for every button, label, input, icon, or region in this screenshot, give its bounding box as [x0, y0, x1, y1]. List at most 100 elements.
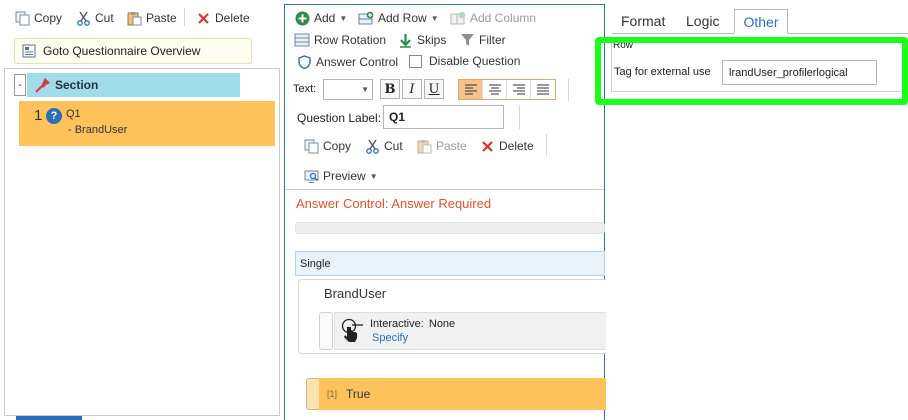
disable-question-label: Disable Question [429, 54, 521, 68]
answer-handle[interactable] [306, 378, 320, 410]
left-paste-button[interactable]: Paste [126, 10, 177, 26]
mid-delete-button[interactable]: Delete [479, 138, 534, 154]
filter-button[interactable]: Filter [459, 32, 506, 48]
answer-text: True [346, 387, 371, 401]
toolbar-divider [546, 134, 547, 156]
add-column-icon [450, 10, 466, 26]
answer-required-notice: Answer Control: Answer Required [296, 196, 492, 211]
add-row-button[interactable]: Add Row ▼ [358, 10, 439, 26]
pin-icon [35, 77, 51, 93]
goto-questionnaire-overview-label: Goto Questionnaire Overview [43, 44, 201, 58]
question-id: Q1 [66, 108, 81, 120]
goto-questionnaire-overview-button[interactable]: Goto Questionnaire Overview [14, 38, 252, 64]
text-style-dropdown[interactable]: ▼ [323, 79, 373, 100]
tab-format[interactable]: Format [621, 13, 665, 29]
chevron-down-icon: ▼ [339, 13, 348, 23]
row-rotation-button[interactable]: Row Rotation [294, 32, 386, 48]
left-paste-label: Paste [146, 11, 177, 25]
left-cut-label: Cut [95, 11, 114, 25]
mid-cut-button[interactable]: Cut [364, 138, 403, 154]
delete-x-icon [195, 10, 211, 26]
specify-link[interactable]: Specify [372, 332, 408, 344]
row-rotation-icon [294, 32, 310, 48]
question-text-bar[interactable] [295, 222, 605, 234]
question-subtitle: - BrandUser [68, 124, 128, 136]
align-left-icon [464, 84, 477, 94]
mid-copy-button[interactable]: Copy [303, 138, 351, 154]
scissors-icon [364, 138, 380, 154]
interactive-caption: Interactive: [370, 318, 424, 330]
overview-icon [21, 43, 37, 59]
tree-question-node[interactable] [19, 101, 275, 146]
align-justify-icon [537, 84, 549, 94]
preview-monitor-icon [303, 168, 319, 184]
question-mark-icon: ? [46, 108, 62, 124]
left-copy-label: Copy [34, 11, 63, 25]
answer-control-button[interactable]: Answer Control [296, 54, 398, 70]
add-row-icon [358, 10, 374, 26]
editor-toolbar-divider [285, 189, 604, 190]
question-label-input[interactable]: Q1 [383, 105, 504, 129]
collapse-toggle[interactable]: - [14, 74, 26, 96]
filter-funnel-icon [459, 32, 475, 48]
toolbar-divider [568, 79, 569, 101]
section-label: Section [55, 78, 99, 92]
align-right-button[interactable] [507, 80, 531, 99]
add-button[interactable]: Add ▼ [294, 10, 347, 26]
toolbar-divider [184, 8, 185, 26]
add-label: Add [314, 11, 336, 25]
align-left-button[interactable] [459, 80, 483, 99]
mid-delete-label: Delete [499, 139, 534, 153]
left-cut-button[interactable]: Cut [75, 10, 114, 26]
copy-icon [303, 138, 319, 154]
align-right-icon [512, 84, 525, 94]
add-row-label: Add Row [378, 11, 427, 25]
mid-cut-label: Cut [384, 139, 403, 153]
shield-icon [296, 54, 312, 70]
mid-paste-button[interactable]: Paste [416, 138, 467, 154]
disable-question-option[interactable]: Disable Question [409, 54, 520, 68]
left-delete-button[interactable]: Delete [195, 10, 250, 26]
tab-other[interactable]: Other [734, 9, 788, 34]
answer-index: [1] [327, 389, 338, 399]
scissors-icon [75, 10, 91, 26]
clipboard-icon [416, 138, 432, 154]
skips-label: Skips [417, 33, 447, 47]
tree-section-node[interactable]: Section [27, 73, 240, 97]
text-format-label: Text: [293, 83, 317, 95]
text-style-buttons: B I U [380, 79, 444, 99]
question-type-header[interactable]: Single [295, 251, 605, 276]
interactive-status: Interactive: None [370, 318, 455, 330]
add-column-button[interactable]: Add Column [450, 10, 536, 26]
row-text[interactable]: BrandUser [324, 286, 386, 301]
skip-arrow-icon [397, 32, 413, 48]
italic-button[interactable]: I [402, 79, 422, 99]
interactive-value: None [428, 318, 456, 330]
mid-copy-label: Copy [323, 139, 352, 153]
tab-logic[interactable]: Logic [686, 13, 719, 29]
answer-option-row[interactable]: [1] True [319, 378, 609, 410]
clipboard-icon [126, 10, 142, 26]
interactive-handle[interactable] [319, 312, 333, 350]
copy-icon [14, 10, 30, 26]
delete-x-icon [479, 138, 495, 154]
align-justify-button[interactable] [531, 80, 555, 99]
skips-button[interactable]: Skips [397, 32, 446, 48]
row-rotation-label: Row Rotation [314, 33, 387, 47]
answer-control-label: Answer Control [316, 55, 399, 69]
chevron-down-icon: ▼ [430, 13, 439, 23]
preview-button[interactable]: Preview ▼ [303, 168, 378, 184]
chevron-down-icon: ▼ [361, 85, 369, 94]
question-label-caption: Question Label: [297, 111, 382, 125]
disable-question-checkbox[interactable] [409, 54, 422, 68]
alignment-buttons [458, 79, 556, 100]
bold-button[interactable]: B [380, 79, 400, 99]
chevron-down-icon: ▼ [369, 171, 378, 181]
align-center-button[interactable] [483, 80, 507, 99]
underline-button[interactable]: U [424, 79, 444, 99]
left-active-tab-indicator [16, 416, 82, 420]
filter-label: Filter [479, 33, 506, 47]
question-number: 1 [34, 107, 43, 124]
add-column-label: Add Column [470, 11, 537, 25]
left-copy-button[interactable]: Copy [14, 10, 62, 26]
